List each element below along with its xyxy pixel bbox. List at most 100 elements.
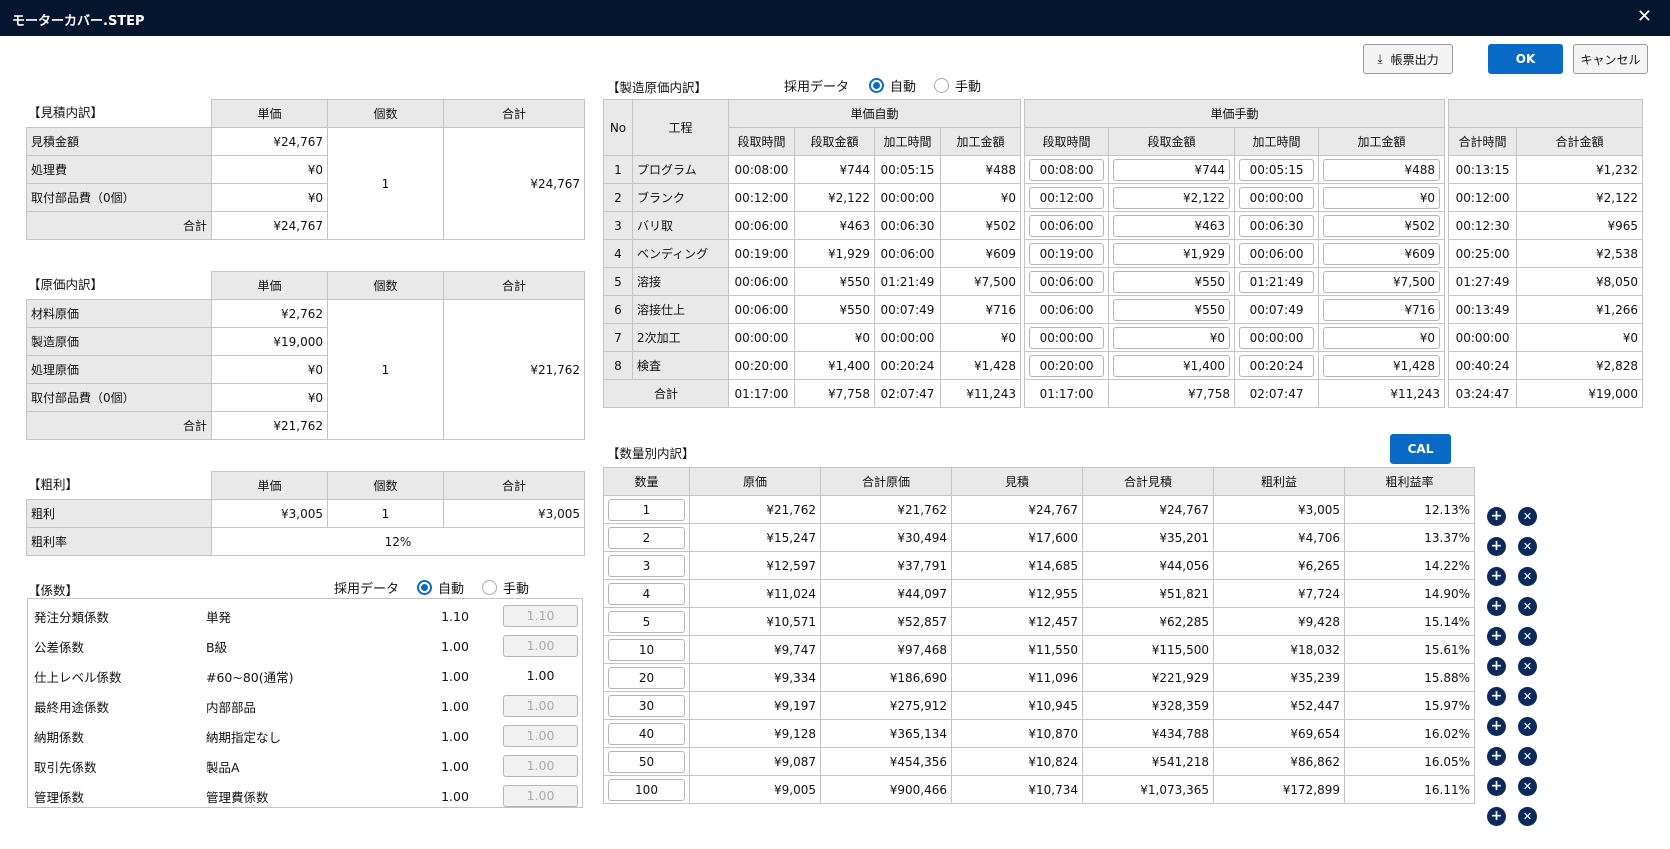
close-icon[interactable]: ✕ (1518, 627, 1537, 646)
mfg-amount-input[interactable]: ¥1,929 (1113, 242, 1231, 265)
qty-cell: 100 (603, 775, 690, 804)
mfg-time-input[interactable]: 00:20:24 (1239, 354, 1315, 377)
mfg-time-input[interactable]: 00:19:00 (1029, 242, 1105, 265)
mfg-auto-cell: ¥7,500 (939, 267, 1022, 296)
close-icon[interactable]: ✕ (1518, 537, 1537, 556)
mfg-time-input[interactable]: 00:00:00 (1239, 186, 1315, 209)
mfg-amount-input[interactable]: ¥1,428 (1323, 354, 1441, 377)
mfg-amount-input[interactable]: ¥609 (1323, 242, 1441, 265)
quantity-section-title: 【数量別内訳】 (607, 446, 695, 461)
profit-total: ¥3,005 (443, 499, 585, 528)
coef-manual-input[interactable]: 1.00 (503, 695, 578, 717)
ok-button[interactable]: OK (1488, 44, 1563, 74)
mfg-amount-input[interactable]: ¥2,122 (1113, 186, 1231, 209)
mfg-time-input[interactable]: 00:06:30 (1239, 214, 1315, 237)
qty-value: ¥9,428 (1213, 607, 1345, 636)
qty-value: ¥97,468 (820, 635, 952, 664)
qty-input[interactable]: 40 (608, 722, 685, 745)
close-icon[interactable]: ✕ (1518, 687, 1537, 706)
estimate-unit-price: ¥0 (211, 155, 328, 184)
cancel-button[interactable]: キャンセル (1573, 44, 1648, 74)
close-icon[interactable]: ✕ (1518, 567, 1537, 586)
plus-icon[interactable]: + (1487, 567, 1506, 586)
mfg-auto-cell: ¥716 (939, 295, 1022, 324)
mfg-amount-input[interactable]: ¥716 (1323, 298, 1441, 321)
mfg-amount-input[interactable]: ¥744 (1113, 158, 1231, 181)
coef-manual-input[interactable]: 1.10 (503, 605, 578, 627)
coef-manual-input[interactable]: 1.00 (503, 785, 578, 807)
manufacturing-section-title: 【製造原価内訳】 (607, 80, 708, 95)
close-icon[interactable]: ✕ (1518, 807, 1537, 826)
estimate-header-blank (27, 100, 212, 128)
mfg-amount-input[interactable]: ¥550 (1113, 298, 1231, 321)
close-icon[interactable]: ✕ (1518, 747, 1537, 766)
qty-row: 20 ¥9,334 ¥186,690 ¥11,096 ¥221,929 ¥35,239 15… (603, 663, 1475, 692)
mfg-auto-radio[interactable] (869, 78, 885, 93)
qty-value: ¥9,197 (689, 691, 821, 720)
qty-input[interactable]: 100 (608, 778, 685, 801)
plus-icon[interactable]: + (1487, 657, 1506, 676)
mfg-time-input[interactable]: 00:05:15 (1239, 158, 1315, 181)
mfg-time-input[interactable]: 00:12:00 (1029, 186, 1105, 209)
cost-unit-price: ¥0 (211, 355, 328, 384)
mfg-header-manual: 単価手動 (1024, 99, 1446, 128)
mfg-amount-input[interactable]: ¥0 (1113, 326, 1231, 349)
plus-icon[interactable]: + (1487, 717, 1506, 736)
mfg-amount-input[interactable]: ¥0 (1323, 186, 1441, 209)
qty-input[interactable]: 10 (608, 638, 685, 661)
plus-icon[interactable]: + (1487, 627, 1506, 646)
plus-icon[interactable]: + (1487, 507, 1506, 526)
qty-input[interactable]: 5 (608, 610, 685, 633)
profit-header: 個数 (327, 471, 444, 500)
mfg-manual-radio[interactable] (934, 78, 950, 93)
mfg-time-input[interactable]: 01:21:49 (1239, 270, 1315, 293)
plus-icon[interactable]: + (1487, 597, 1506, 616)
qty-input[interactable]: 50 (608, 750, 685, 773)
mfg-amount-input[interactable]: ¥463 (1113, 214, 1231, 237)
qty-input[interactable]: 4 (608, 582, 685, 605)
mfg-time-input[interactable]: 00:06:00 (1029, 270, 1105, 293)
mfg-header-sum-group (1448, 99, 1644, 128)
coef-manual-input[interactable]: 1.00 (503, 635, 578, 657)
export-button[interactable]: ⤓ 帳票出力 (1363, 44, 1453, 74)
coef-manual-input[interactable]: 1.00 (503, 725, 578, 747)
plus-icon[interactable]: + (1487, 807, 1506, 826)
mfg-auto-cell: 00:06:00 (728, 267, 795, 296)
close-icon[interactable]: ✕ (1518, 717, 1537, 736)
coef-auto-radio[interactable] (417, 580, 433, 595)
coef-manual-input[interactable]: 1.00 (503, 755, 578, 777)
mfg-amount-input[interactable]: ¥7,500 (1323, 270, 1441, 293)
mfg-time-input[interactable]: 00:06:00 (1029, 214, 1105, 237)
mfg-amount-input[interactable]: ¥0 (1323, 326, 1441, 349)
plus-icon[interactable]: + (1487, 777, 1506, 796)
coef-manual-radio[interactable] (482, 580, 498, 595)
cal-button[interactable]: CAL (1390, 434, 1451, 464)
close-icon[interactable]: ✕ (1518, 597, 1537, 616)
plus-icon[interactable]: + (1487, 537, 1506, 556)
estimate-unit-price: ¥24,767 (211, 127, 328, 156)
qty-input[interactable]: 30 (608, 694, 685, 717)
qty-input[interactable]: 3 (608, 554, 685, 577)
close-icon[interactable]: ✕ (1518, 657, 1537, 676)
mfg-amount-input[interactable]: ¥502 (1323, 214, 1441, 237)
mfg-auto-cell: 00:05:15 (874, 155, 941, 184)
qty-input[interactable]: 1 (608, 498, 685, 521)
mfg-amount-input[interactable]: ¥1,400 (1113, 354, 1231, 377)
close-icon[interactable]: ✕ (1518, 777, 1537, 796)
mfg-time-input[interactable]: 00:06:00 (1239, 242, 1315, 265)
mfg-amount-input[interactable]: ¥488 (1323, 158, 1441, 181)
mfg-time-input[interactable]: 00:00:00 (1239, 326, 1315, 349)
close-icon[interactable]: ✕ (1518, 507, 1537, 526)
mfg-sum-time: 00:13:15 (1448, 155, 1518, 184)
coef-row: 納期係数 納期指定なし 1.00 1.00 (28, 721, 582, 751)
qty-input[interactable]: 20 (608, 666, 685, 689)
plus-icon[interactable]: + (1487, 747, 1506, 766)
mfg-time-input[interactable]: 00:20:00 (1029, 354, 1105, 377)
mfg-time-input[interactable]: 00:08:00 (1029, 158, 1105, 181)
close-icon[interactable]: ✕ (1637, 8, 1652, 26)
quantity-table: 数量 原価 合計原価 見積 合計見積 粗利益 粗利益率 1 ¥21,762 ¥21,762 ¥24,… (603, 467, 1475, 804)
mfg-time-input[interactable]: 00:00:00 (1029, 326, 1105, 349)
mfg-amount-input[interactable]: ¥550 (1113, 270, 1231, 293)
qty-input[interactable]: 2 (608, 526, 685, 549)
plus-icon[interactable]: + (1487, 687, 1506, 706)
